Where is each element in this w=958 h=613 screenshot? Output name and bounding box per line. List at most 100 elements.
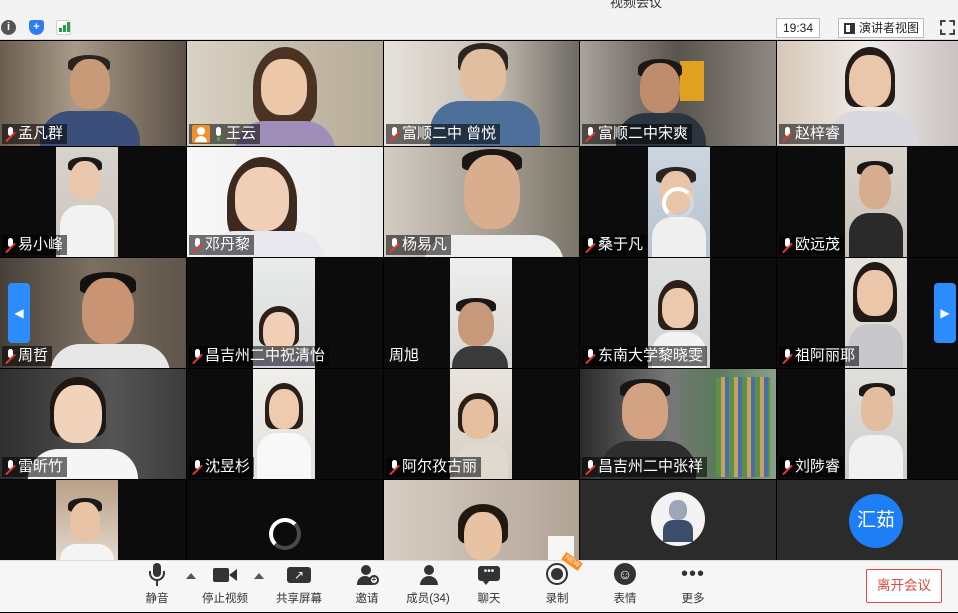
participant-name: 东南大学黎晓雯 xyxy=(582,346,708,366)
video-tile[interactable]: 刘陟睿 xyxy=(777,369,958,479)
participant-name: 富顺二中 曾悦 xyxy=(386,124,501,144)
avatar-initials: 汇茹 xyxy=(849,494,903,548)
mic-muted-icon xyxy=(782,460,792,474)
video-tile[interactable]: 杨易凡 xyxy=(384,147,579,257)
reactions-button[interactable]: ☺ 表情 xyxy=(608,561,642,613)
meeting-toolbar: 静音 停止视频 ↗ 共享屏幕 + 邀请 成员(34) ••• 聊天 NEW 录制… xyxy=(0,551,958,613)
fullscreen-icon[interactable] xyxy=(940,20,955,35)
video-tile[interactable]: 易小峰 xyxy=(0,147,186,257)
video-tile[interactable]: 汇茹 xyxy=(777,480,958,560)
participant-name: 昌吉州二中祝清怡 xyxy=(189,346,330,366)
video-tile[interactable]: 富顺二中 曾悦 xyxy=(384,41,579,146)
invite-button[interactable]: + 邀请 xyxy=(350,561,384,613)
participant-name: 桑于凡 xyxy=(582,235,648,255)
mic-on-icon xyxy=(213,127,223,141)
mic-muted-icon xyxy=(5,349,15,363)
mute-button[interactable]: 静音 xyxy=(140,561,174,613)
video-tile[interactable]: 沈昱杉 xyxy=(187,369,383,479)
avatar-photo xyxy=(651,492,705,546)
mic-muted-icon xyxy=(585,460,595,474)
participant-name: 富顺二中宋爽 xyxy=(582,124,693,144)
participant-name: 阿尔孜古丽 xyxy=(386,457,482,477)
participant-name: 王云 xyxy=(189,124,261,144)
share-screen-button[interactable]: ↗ 共享屏幕 xyxy=(274,561,324,613)
participant-name: 杨易凡 xyxy=(386,235,452,255)
mic-muted-icon xyxy=(5,238,15,252)
info-icon[interactable]: i xyxy=(1,20,16,35)
mic-muted-icon xyxy=(782,127,792,141)
more-button[interactable]: ••• 更多 xyxy=(676,561,710,613)
participant-name: 昌吉州二中张祥 xyxy=(582,457,708,477)
prev-page-arrow-icon[interactable]: ◀ xyxy=(8,283,30,343)
video-tile[interactable]: 富顺二中宋爽 xyxy=(580,41,776,146)
video-tile-active-speaker[interactable]: 王云 xyxy=(187,41,383,146)
smiley-icon: ☺ xyxy=(612,563,638,587)
video-tile[interactable]: 昌吉州二中张祥 xyxy=(580,369,776,479)
mic-muted-icon xyxy=(192,349,202,363)
more-dots-icon: ••• xyxy=(680,563,705,585)
video-tile[interactable]: 周旭 xyxy=(384,258,579,368)
chat-bubble-icon: ••• xyxy=(476,563,502,587)
mic-muted-icon xyxy=(192,460,202,474)
next-page-arrow-icon[interactable]: ▶ xyxy=(934,283,956,343)
video-camera-icon xyxy=(212,563,238,587)
participant-name: 祖阿丽耶 xyxy=(779,346,860,366)
mic-muted-icon xyxy=(389,460,399,474)
video-grid: 孟凡群 王云 富顺二中 曾悦 富顺二中宋爽 赵梓睿 易小峰 邓丹黎 杨易凡 桑于… xyxy=(0,41,958,560)
participant-name: 雷昕竹 xyxy=(2,457,68,477)
chat-button[interactable]: ••• 聊天 xyxy=(472,561,506,613)
top-bar: 视频会议 i + 19:34 演讲者视图 xyxy=(0,0,958,40)
participant-name: 孟凡群 xyxy=(2,124,68,144)
add-person-icon: + xyxy=(354,563,380,587)
video-tile[interactable] xyxy=(0,480,186,560)
mic-muted-icon xyxy=(192,238,202,252)
loading-spinner-icon xyxy=(662,187,694,219)
stop-video-button[interactable]: 停止视频 xyxy=(200,561,250,613)
video-tile[interactable]: 祖阿丽耶 xyxy=(777,258,958,368)
record-icon: NEW xyxy=(544,551,583,587)
mic-muted-icon xyxy=(5,460,15,474)
video-tile[interactable] xyxy=(384,480,579,560)
participant-name: 沈昱杉 xyxy=(189,457,255,477)
participant-name: 欧远茂 xyxy=(779,235,845,255)
participant-name: 赵梓睿 xyxy=(779,124,845,144)
video-tile[interactable] xyxy=(187,480,383,560)
video-tile[interactable]: 阿尔孜古丽 xyxy=(384,369,579,479)
participant-name: 周哲 xyxy=(2,346,53,366)
participant-name: 刘陟睿 xyxy=(779,457,845,477)
video-options-caret-icon[interactable] xyxy=(254,573,264,579)
participant-name: 周旭 xyxy=(389,347,420,364)
mic-muted-icon xyxy=(5,127,15,141)
video-tile[interactable]: 桑于凡 xyxy=(580,147,776,257)
participant-name: 邓丹黎 xyxy=(189,235,255,255)
mic-muted-icon xyxy=(585,349,595,363)
leave-meeting-button[interactable]: 离开会议 xyxy=(866,569,942,603)
video-tile[interactable]: 孟凡群 xyxy=(0,41,186,146)
video-tile[interactable] xyxy=(580,480,776,560)
record-button[interactable]: NEW 录制 xyxy=(540,551,583,613)
members-button[interactable]: 成员(34) xyxy=(402,561,454,613)
host-icon xyxy=(192,125,210,143)
mic-muted-icon xyxy=(585,127,595,141)
share-screen-icon: ↗ xyxy=(286,563,312,587)
layout-icon xyxy=(844,23,855,34)
speaker-view-button[interactable]: 演讲者视图 xyxy=(838,18,924,38)
mic-muted-icon xyxy=(389,238,399,252)
loading-spinner-icon xyxy=(269,518,301,550)
shield-icon[interactable]: + xyxy=(29,20,44,35)
video-tile[interactable]: 欧远茂 xyxy=(777,147,958,257)
video-tile[interactable]: 东南大学黎晓雯 xyxy=(580,258,776,368)
meeting-clock: 19:34 xyxy=(776,18,820,38)
speaker-view-label: 演讲者视图 xyxy=(859,21,920,35)
mic-muted-icon xyxy=(389,127,399,141)
video-tile[interactable]: 邓丹黎 xyxy=(187,147,383,257)
mute-options-caret-icon[interactable] xyxy=(186,573,196,579)
mic-muted-icon xyxy=(782,238,792,252)
signal-icon[interactable] xyxy=(56,20,71,35)
mic-muted-icon xyxy=(585,238,595,252)
video-tile[interactable]: 雷昕竹 xyxy=(0,369,186,479)
video-tile[interactable]: 赵梓睿 xyxy=(777,41,958,146)
microphone-icon xyxy=(144,563,170,587)
video-tile[interactable]: 昌吉州二中祝清怡 xyxy=(187,258,383,368)
meeting-title: 视频会议 xyxy=(610,0,663,10)
